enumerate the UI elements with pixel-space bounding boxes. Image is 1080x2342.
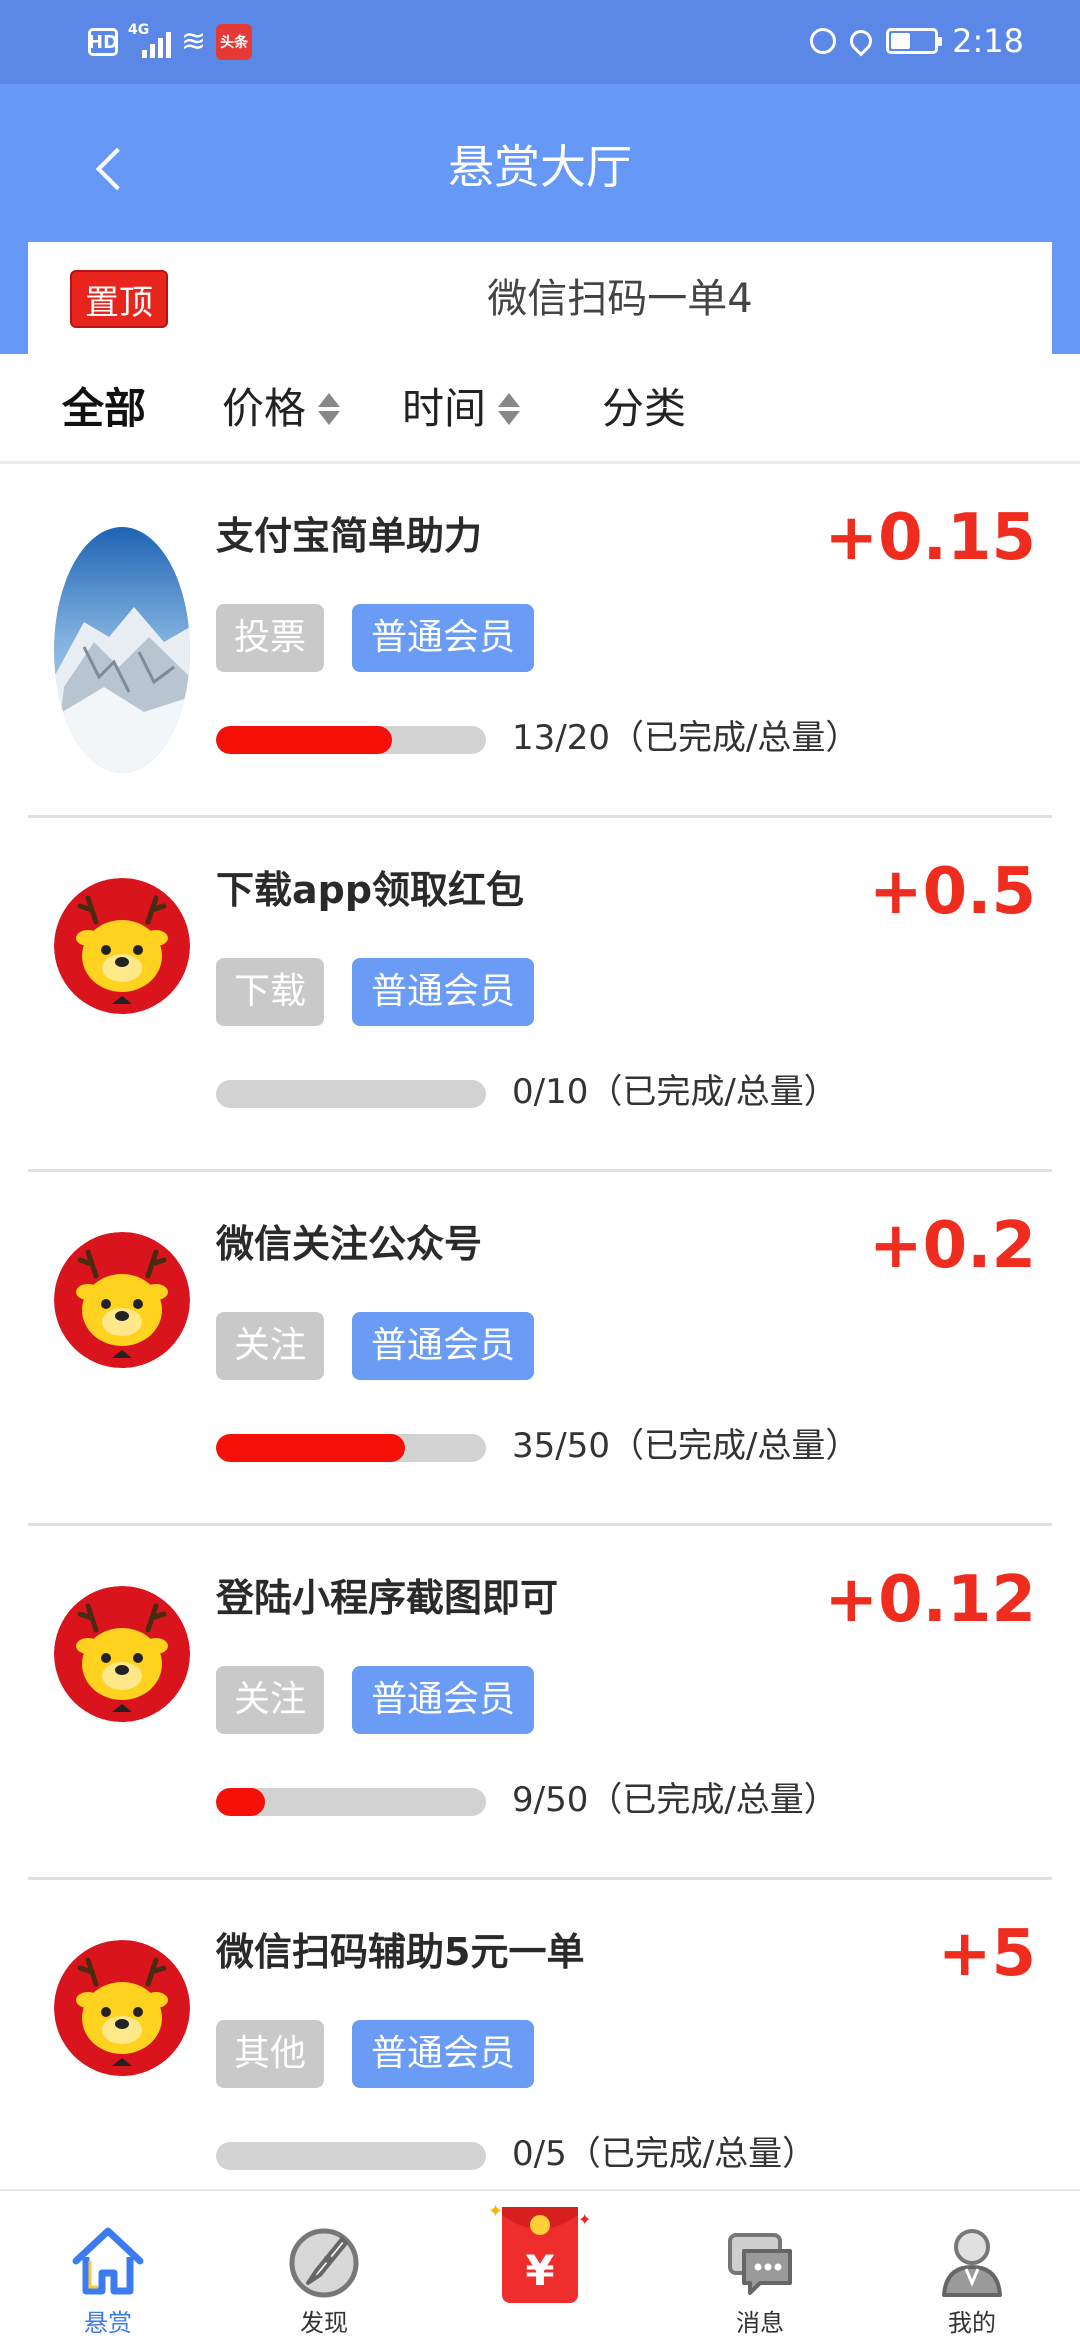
pinned-task-text: 微信扫码一单4 bbox=[487, 276, 753, 322]
signal-icon: 4G bbox=[128, 22, 171, 58]
nav-discover[interactable]: 发现 bbox=[244, 2191, 404, 2342]
location-icon bbox=[845, 25, 877, 57]
profile-icon bbox=[942, 2229, 1002, 2297]
sort-icon bbox=[498, 393, 521, 425]
progress-text: 0/10（已完成/总量） bbox=[512, 1072, 838, 1112]
bottom-navigation: 悬赏 发现 ✦ ✦ ¥ 消息 我的 bbox=[0, 2189, 1080, 2340]
task-reward: +5 bbox=[937, 1917, 1036, 1991]
sort-icon bbox=[318, 393, 341, 425]
svg-text:✦: ✦ bbox=[488, 2201, 503, 2222]
nav-label: 消息 bbox=[736, 2309, 784, 2337]
status-time: 2:18 bbox=[952, 22, 1024, 60]
page-title: 悬赏大厅 bbox=[448, 140, 632, 194]
red-envelope-button[interactable]: ✦ ✦ ¥ bbox=[480, 2191, 600, 2342]
task-type-tag: 下载 bbox=[216, 958, 324, 1026]
filter-price[interactable]: 价格 bbox=[222, 354, 341, 464]
member-level-tag: 普通会员 bbox=[352, 1312, 534, 1380]
progress-fill bbox=[216, 1434, 405, 1462]
svg-text:¥: ¥ bbox=[525, 2246, 554, 2295]
task-list: 支付宝简单助力 +0.15 投票 普通会员 13/20（已完成/总量） 下载ap… bbox=[0, 464, 1080, 2189]
pinned-badge: 置顶 bbox=[70, 270, 168, 328]
progress-text: 13/20（已完成/总量） bbox=[512, 718, 860, 758]
nav-label: 我的 bbox=[948, 2309, 996, 2337]
nav-label: 发现 bbox=[300, 2309, 348, 2337]
task-type-tag: 关注 bbox=[216, 1312, 324, 1380]
filter-label: 价格 bbox=[222, 384, 307, 433]
member-level-tag: 普通会员 bbox=[352, 604, 534, 672]
task-reward: +0.5 bbox=[869, 855, 1036, 929]
alarm-icon bbox=[810, 28, 837, 54]
deer-mascot-avatar bbox=[54, 1586, 190, 1722]
filter-category[interactable]: 分类 bbox=[602, 354, 686, 464]
task-reward: +0.2 bbox=[869, 1209, 1036, 1283]
progress-bar bbox=[216, 1434, 486, 1462]
filter-time[interactable]: 时间 bbox=[402, 354, 521, 464]
task-item[interactable]: 微信关注公众号 +0.2 关注 普通会员 35/50（已完成/总量） bbox=[0, 1172, 1080, 1526]
task-reward: +0.12 bbox=[824, 1563, 1036, 1637]
progress-fill bbox=[216, 1788, 265, 1816]
red-envelope-icon: ✦ ✦ ¥ bbox=[488, 2201, 591, 2303]
progress-bar bbox=[216, 2142, 486, 2170]
member-level-tag: 普通会员 bbox=[352, 1666, 534, 1734]
nav-profile[interactable]: 我的 bbox=[892, 2191, 1052, 2342]
compass-icon bbox=[289, 2228, 359, 2298]
task-title: 微信关注公众号 bbox=[216, 1222, 483, 1266]
nav-messages[interactable]: 消息 bbox=[680, 2191, 840, 2342]
filter-all[interactable]: 全部 bbox=[62, 354, 146, 464]
filter-bar: 全部 价格 时间 分类 bbox=[0, 354, 1080, 464]
hd-icon: HD bbox=[88, 28, 118, 56]
task-type-tag: 关注 bbox=[216, 1666, 324, 1734]
progress-bar bbox=[216, 1788, 486, 1816]
nav-label: 悬赏 bbox=[84, 2309, 132, 2337]
battery-icon bbox=[886, 28, 943, 54]
task-item[interactable]: 微信扫码辅助5元一单 +5 其他 普通会员 0/5（已完成/总量） bbox=[0, 1880, 1080, 2189]
task-type-tag: 投票 bbox=[216, 604, 324, 672]
task-item[interactable]: 下载app领取红包 +0.5 下载 普通会员 0/10（已完成/总量） bbox=[0, 818, 1080, 1172]
task-title: 登陆小程序截图即可 bbox=[216, 1576, 559, 1620]
progress-fill bbox=[216, 726, 392, 754]
snow-mountain-avatar bbox=[54, 527, 190, 773]
task-title: 微信扫码辅助5元一单 bbox=[216, 1930, 585, 1974]
deer-mascot-avatar bbox=[54, 1940, 190, 2076]
deer-mascot-avatar bbox=[54, 878, 190, 1014]
header: 悬赏大厅 置顶 微信扫码一单4 bbox=[0, 84, 1080, 354]
task-title: 支付宝简单助力 bbox=[216, 514, 483, 558]
member-level-tag: 普通会员 bbox=[352, 2020, 534, 2088]
progress-bar bbox=[216, 726, 486, 754]
progress-bar bbox=[216, 1080, 486, 1108]
deer-mascot-avatar bbox=[54, 1232, 190, 1368]
task-reward: +0.15 bbox=[824, 501, 1036, 575]
task-type-tag: 其他 bbox=[216, 2020, 324, 2088]
filter-label: 分类 bbox=[602, 384, 687, 433]
filter-label: 全部 bbox=[62, 384, 147, 433]
status-bar: HD 4G ≋ 头条 2:18 bbox=[0, 0, 1080, 84]
task-title: 下载app领取红包 bbox=[216, 868, 525, 912]
member-level-tag: 普通会员 bbox=[352, 958, 534, 1026]
wifi-icon: ≋ bbox=[181, 24, 207, 59]
home-icon bbox=[72, 2227, 144, 2295]
progress-text: 35/50（已完成/总量） bbox=[512, 1426, 860, 1466]
app-notification-icon: 头条 bbox=[216, 24, 253, 60]
task-item[interactable]: 登陆小程序截图即可 +0.12 关注 普通会员 9/50（已完成/总量） bbox=[0, 1526, 1080, 1880]
svg-text:✦: ✦ bbox=[578, 2210, 591, 2229]
filter-label: 时间 bbox=[402, 384, 487, 433]
message-icon bbox=[728, 2233, 792, 2295]
progress-text: 9/50（已完成/总量） bbox=[512, 1780, 838, 1820]
task-item[interactable]: 支付宝简单助力 +0.15 投票 普通会员 13/20（已完成/总量） bbox=[0, 464, 1080, 818]
progress-text: 0/5（已完成/总量） bbox=[512, 2134, 817, 2174]
pinned-task-banner[interactable]: 置顶 微信扫码一单4 bbox=[28, 242, 1052, 354]
nav-reward[interactable]: 悬赏 bbox=[28, 2191, 188, 2342]
